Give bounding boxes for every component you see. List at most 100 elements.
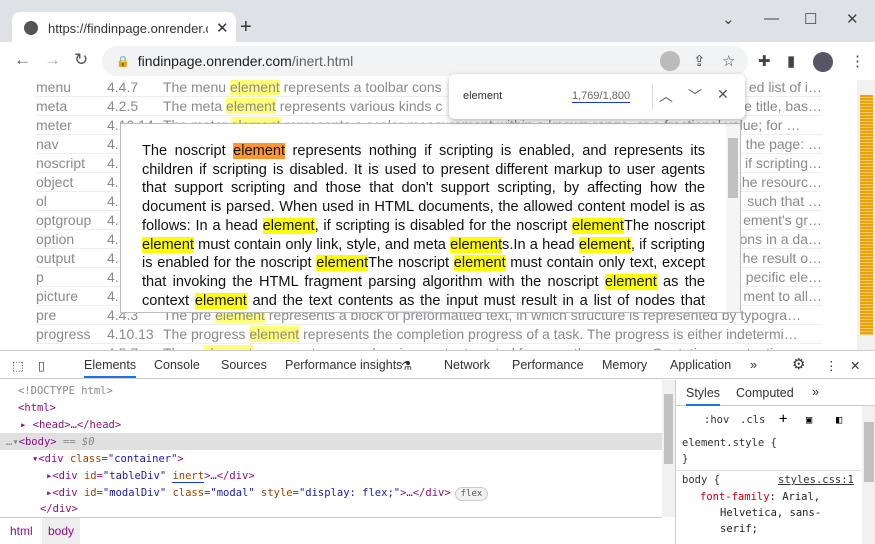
find-input[interactable]: element (463, 90, 502, 102)
tablediv-node[interactable]: ▸<div id="tableDiv" inert>…</div> (46, 468, 255, 484)
element-name: p (36, 269, 44, 285)
breadcrumb-html[interactable]: html (10, 524, 33, 538)
description-tail: ment to all… (743, 288, 822, 304)
container-node[interactable]: ▾<div class="container"> (32, 451, 184, 467)
browser-tab[interactable]: https://findinpage.onrender.com/ ✕ (12, 12, 236, 44)
address-bar[interactable]: 🔒 findinpage.onrender.com/inert.html (102, 46, 748, 76)
elements-tree: <!DOCTYPE html> <html> ▸ <head>…</head> … (0, 380, 662, 517)
body-node[interactable]: …▾<body> == $0 (6, 434, 95, 450)
section-number: 4. (107, 269, 119, 285)
find-in-page-icon[interactable] (660, 51, 680, 71)
reload-icon[interactable]: ↻ (74, 50, 88, 70)
modaldiv-node[interactable]: ▸<div id="modalDiv" class="modal" style=… (46, 485, 489, 501)
css-value: serif; (720, 523, 758, 535)
section-number: 4. (107, 174, 119, 190)
styles-pane: Styles Computed » :hov .cls + ▣ ◧ elemen… (675, 380, 875, 544)
tab-performance[interactable]: Performance (512, 358, 584, 372)
minimize-button[interactable]: — (764, 10, 779, 27)
css-property[interactable]: font-family: Arial, (700, 489, 820, 505)
tab-computed[interactable]: Computed (736, 386, 794, 400)
css-value: Helvetica, sans- (720, 507, 822, 519)
match-highlight: element (262, 217, 315, 234)
inspect-icon[interactable]: ⬚ (12, 358, 24, 373)
tab-network[interactable]: Network (444, 358, 490, 372)
element-name: picture (36, 288, 79, 304)
head-node[interactable]: ▸ <head>…</head> (20, 417, 121, 433)
more-tabs-icon[interactable]: » (750, 358, 757, 372)
previous-match-button[interactable]: ︿ (659, 86, 673, 106)
description-tail: the page: … (745, 136, 822, 152)
description-tail: ement's gr… (743, 212, 822, 228)
flask-icon: ⚗ (401, 359, 413, 373)
text-segment: , if scripting is disabled for the noscr… (314, 217, 573, 234)
close-devtools-icon[interactable]: ✕ (850, 358, 860, 373)
device-toolbar-icon[interactable]: ▯ (38, 358, 45, 373)
section-number: 4.4.7 (107, 80, 139, 95)
flex-badge[interactable]: flex (454, 487, 489, 501)
description: The progress element represents the comp… (163, 326, 798, 342)
element-name: meter (36, 117, 72, 133)
url-host: findinpage.onrender.com (137, 53, 292, 69)
tab-sources[interactable]: Sources (221, 358, 267, 372)
body-rule-selector[interactable]: body { (682, 472, 720, 488)
table-row: progress 4.10.13 The progress element repr… (36, 325, 822, 344)
tab-search-icon[interactable]: ⌄ (722, 10, 735, 28)
text-segment: The noscript (368, 255, 454, 272)
back-icon[interactable]: ← (14, 50, 31, 70)
modal-scrollbar[interactable] (726, 124, 740, 312)
more-icon[interactable]: » (812, 385, 819, 399)
menu-icon[interactable]: ⋮ (850, 52, 865, 70)
match-highlight: element (316, 255, 369, 272)
element-name: object (36, 174, 74, 190)
section-number: 4. (107, 193, 119, 209)
element-style-rule[interactable]: element.style { (682, 435, 777, 451)
extensions-icon[interactable]: ✚ (758, 52, 771, 70)
doctype-node[interactable]: <!DOCTYPE html> (18, 383, 113, 399)
bookmark-star-icon[interactable]: ☆ (722, 52, 735, 70)
body-tag: <body> (18, 436, 57, 448)
side-panel-icon[interactable]: ▮ (787, 52, 795, 70)
cls-toggle[interactable]: .cls (740, 412, 765, 428)
match-highlight: element (450, 236, 503, 253)
match-highlight: element (194, 292, 247, 309)
tab-styles[interactable]: Styles (686, 386, 721, 406)
match-highlight: element (249, 326, 300, 342)
next-match-button[interactable]: ﹀ (688, 86, 702, 106)
description-tail: ons in a da… (739, 231, 823, 247)
tab-application[interactable]: Application (670, 358, 731, 372)
breadcrumb: html body (0, 517, 662, 544)
rule-close: } (682, 453, 689, 465)
avatar[interactable] (813, 52, 833, 72)
text-segment: must contain only link, style, and meta (193, 236, 451, 253)
close-tab-icon[interactable]: ✕ (216, 19, 229, 37)
forward-icon[interactable]: → (44, 50, 61, 70)
section-number: 4. (107, 231, 119, 247)
new-rule-icon[interactable]: + (779, 411, 787, 427)
more-options-icon[interactable]: ⋮ (825, 358, 838, 373)
paint-icon[interactable]: ▣ (806, 412, 812, 428)
hov-toggle[interactable]: :hov (704, 412, 729, 428)
toggle-sidebar-icon[interactable]: ◧ (836, 412, 842, 428)
breadcrumb-body[interactable]: body (42, 518, 81, 544)
html-node[interactable]: <html> (18, 400, 56, 416)
new-tab-button[interactable]: + (240, 16, 252, 39)
div-close-node[interactable]: </div> (40, 501, 78, 517)
settings-gear-icon[interactable]: ⚙ (792, 355, 805, 373)
share-icon[interactable]: ⇪ (693, 52, 706, 70)
stylesheet-link[interactable]: styles.css:1 (778, 472, 854, 488)
tab-elements[interactable]: Elements (84, 358, 137, 378)
element-name: output (36, 250, 75, 266)
maximize-button[interactable]: ☐ (804, 10, 817, 28)
styles-scrollbar[interactable] (862, 406, 875, 544)
element-name: nav (36, 136, 59, 152)
elements-scrollbar[interactable] (662, 380, 675, 517)
tab-memory[interactable]: Memory (602, 358, 647, 372)
tab-performance-insights[interactable]: Performance insights (285, 358, 402, 372)
match-highlight: element (226, 98, 276, 114)
close-window-button[interactable]: ✕ (846, 10, 859, 28)
section-number: 4. (107, 250, 119, 266)
description-tail: such that … (747, 193, 822, 209)
tab-console[interactable]: Console (154, 358, 200, 372)
scroll-thumb[interactable] (728, 138, 738, 198)
close-find-button[interactable]: ✕ (717, 86, 729, 103)
